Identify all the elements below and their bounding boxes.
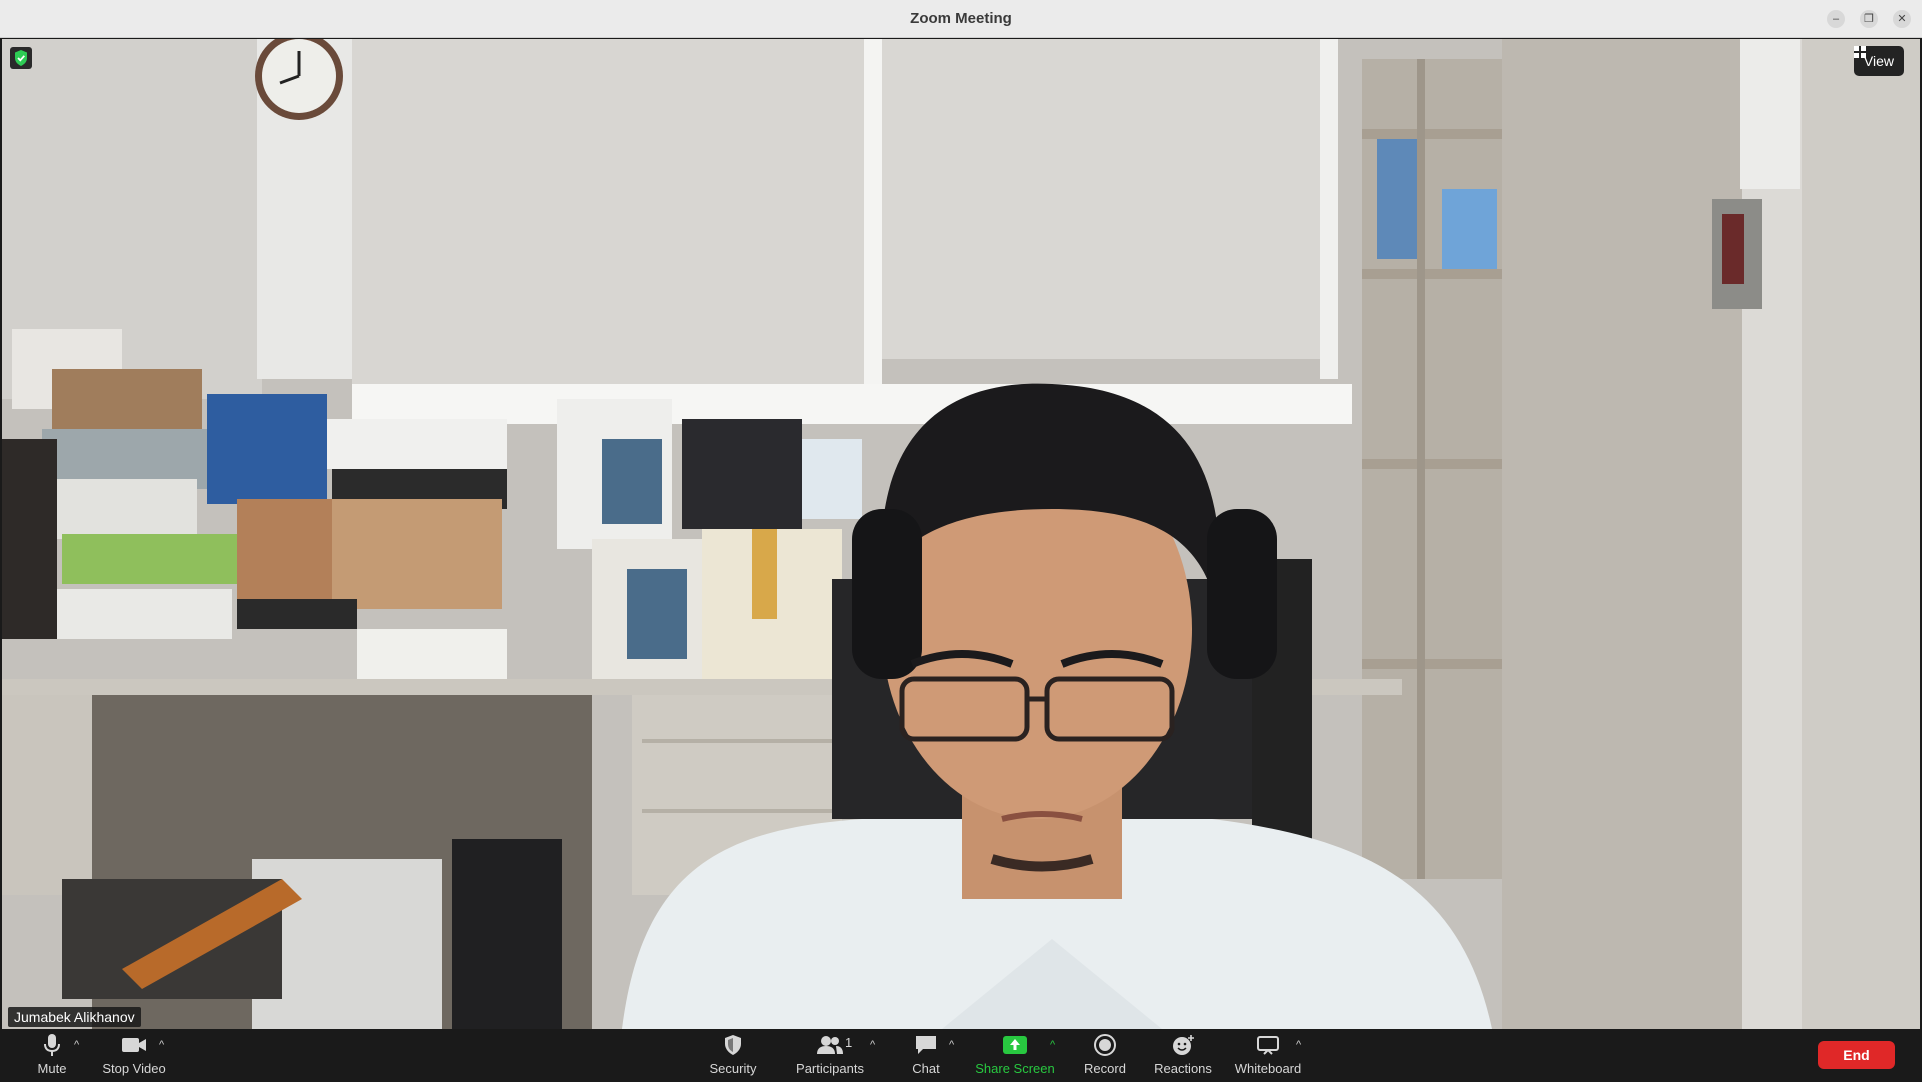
- share-screen-icon: [1002, 1033, 1028, 1057]
- chat-bubble-icon: [914, 1033, 938, 1057]
- whiteboard-icon: [1256, 1033, 1280, 1057]
- microphone-icon: [44, 1033, 60, 1057]
- meeting-toolbar: Mute ^ Stop Video ^ Security Participant…: [0, 1029, 1922, 1082]
- chat-label: Chat: [912, 1061, 940, 1076]
- security-shield-icon: [723, 1033, 743, 1057]
- security-label: Security: [709, 1061, 757, 1076]
- participant-video: View Jumabek Alikhanov: [2, 39, 1920, 1029]
- encryption-shield-icon[interactable]: [10, 47, 32, 69]
- record-button[interactable]: Record: [1081, 1029, 1129, 1082]
- chat-button[interactable]: Chat: [909, 1029, 943, 1082]
- share-screen-button[interactable]: Share Screen: [972, 1029, 1058, 1082]
- participants-icon: [816, 1033, 844, 1057]
- share-options-caret[interactable]: ^: [1050, 1039, 1055, 1051]
- video-frame: [2, 39, 1920, 1029]
- whiteboard-button[interactable]: Whiteboard: [1232, 1029, 1304, 1082]
- window-title: Zoom Meeting: [910, 10, 1012, 27]
- video-options-caret[interactable]: ^: [159, 1039, 164, 1051]
- mute-button[interactable]: Mute: [34, 1029, 70, 1082]
- reactions-label: Reactions: [1154, 1061, 1212, 1076]
- security-button[interactable]: Security: [705, 1029, 761, 1082]
- restore-button[interactable]: ❐: [1860, 10, 1878, 28]
- share-screen-label: Share Screen: [975, 1061, 1055, 1076]
- end-meeting-button[interactable]: End: [1818, 1041, 1895, 1069]
- whiteboard-label: Whiteboard: [1234, 1061, 1302, 1076]
- participants-options-caret[interactable]: ^: [870, 1039, 875, 1051]
- stop-video-button[interactable]: Stop Video: [98, 1029, 170, 1082]
- participants-button[interactable]: Participants: [792, 1029, 868, 1082]
- whiteboard-options-caret[interactable]: ^: [1296, 1039, 1301, 1051]
- participants-count: 1: [845, 1035, 853, 1050]
- record-icon: [1094, 1033, 1116, 1057]
- participants-label: Participants: [796, 1061, 864, 1076]
- view-button[interactable]: View: [1853, 46, 1904, 76]
- close-button[interactable]: ✕: [1893, 10, 1911, 28]
- window-titlebar: Zoom Meeting – ❐ ✕: [0, 0, 1922, 38]
- record-label: Record: [1084, 1061, 1126, 1076]
- view-button-label: View: [1863, 53, 1894, 69]
- mute-options-caret[interactable]: ^: [74, 1039, 79, 1051]
- participant-name-tag: Jumabek Alikhanov: [8, 1007, 141, 1027]
- stop-video-label: Stop Video: [102, 1061, 166, 1076]
- view-grid-icon: [1853, 46, 1866, 58]
- reactions-button[interactable]: Reactions: [1151, 1029, 1215, 1082]
- chat-options-caret[interactable]: ^: [949, 1039, 954, 1051]
- video-camera-icon: [121, 1033, 147, 1057]
- mute-label: Mute: [37, 1061, 67, 1076]
- reactions-icon: [1171, 1033, 1195, 1057]
- minimize-button[interactable]: –: [1827, 10, 1845, 28]
